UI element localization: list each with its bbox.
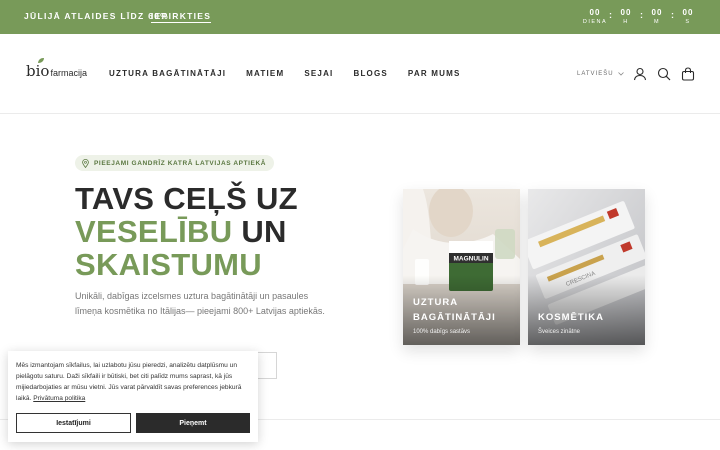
announcement-bar: JŪLIJĀ ATLAIDES LĪDZ 60% IEPIRKTIES 00 D… — [0, 0, 720, 34]
card-subtitle: 100% dabīgs sastāvs — [413, 329, 471, 335]
cart-icon[interactable] — [681, 67, 695, 81]
countdown-seconds-value: 00 — [682, 8, 694, 17]
countdown-days: 00 DIENA — [583, 8, 607, 26]
countdown-hours-label: H — [623, 19, 629, 25]
logo-bio: bio — [26, 62, 50, 80]
countdown-separator: : — [671, 10, 674, 20]
hero-description: Unikāli, dabīgas izcelsmes uztura bagāti… — [75, 291, 325, 316]
site-header: bio farmacija UZTURA BAGĀTINĀTĀJI MATIEM… — [0, 34, 720, 114]
nav-item-hair[interactable]: MATIEM — [246, 69, 284, 78]
countdown-separator: : — [609, 10, 612, 20]
nav-item-about[interactable]: PAR MUMS — [408, 69, 461, 78]
card-title-line-2: BAGĀTINĀTĀJI — [413, 312, 496, 323]
countdown-minutes-label: M — [653, 19, 661, 25]
headline-line-1: TAVS CEĻŠ UZ — [75, 181, 298, 216]
card-subtitle: Šveices zinātne — [538, 329, 581, 335]
cookie-accept-button[interactable]: Pieņemt — [136, 413, 250, 433]
countdown-minutes-value: 00 — [651, 8, 663, 17]
countdown-seconds-label: S — [685, 19, 691, 25]
availability-text: PIEEJAMI GANDRĪZ KATRĀ LATVIJAS APTIEKĀ — [94, 159, 267, 167]
cookie-banner: Mēs izmantojam sīkfailus, lai uzlabotu j… — [8, 351, 258, 442]
site-logo[interactable]: bio farmacija — [26, 58, 87, 80]
hero-headline: TAVS CEĻŠ UZ VESELĪBU UN SKAISTUMU — [75, 182, 298, 281]
countdown-hours: 00 H — [614, 8, 638, 26]
countdown-minutes: 00 M — [645, 8, 669, 26]
shop-now-link[interactable]: IEPIRKTIES — [151, 11, 212, 23]
language-selector[interactable]: LATVIEŠU — [577, 71, 624, 77]
promo-text: JŪLIJĀ ATLAIDES LĪDZ 60% — [24, 11, 170, 21]
countdown-hours-value: 00 — [620, 8, 632, 17]
category-card-cosmetics[interactable]: CRESCINA KOSMĒTIKA Šveices zinātne — [528, 189, 645, 345]
headline-line-3: SKAISTUMU — [75, 247, 262, 282]
header-icons — [633, 67, 695, 81]
category-card-supplements[interactable]: MAGNULIN UZTURA BAGĀTINĀTĀJI 100% dabīgs… — [403, 189, 520, 345]
headline-line-2-green: VESELĪBU — [75, 214, 233, 249]
privacy-policy-link[interactable]: Privātuma politika — [33, 395, 85, 402]
logo-bio-text: bio — [26, 58, 50, 80]
nav-item-face[interactable]: SEJAI — [304, 69, 333, 78]
cookie-settings-button[interactable]: Iestatījumi — [16, 413, 131, 433]
location-pin-icon — [82, 158, 89, 168]
product-label-magnulin: MAGNULIN — [453, 256, 488, 263]
card-title: KOSMĒTIKA — [538, 310, 604, 325]
headline-line-2-dark: UN — [232, 214, 287, 249]
nav-item-supplements[interactable]: UZTURA BAGĀTINĀTĀJI — [109, 69, 226, 78]
cookie-text: Mēs izmantojam sīkfailus, lai uzlabotu j… — [16, 360, 252, 404]
card-title: UZTURA BAGĀTINĀTĀJI — [413, 295, 496, 325]
main-nav: UZTURA BAGĀTINĀTĀJI MATIEM SEJAI BLOGS P… — [109, 69, 460, 78]
countdown-timer: 00 DIENA : 00 H : 00 M : 00 S — [583, 8, 700, 26]
nav-item-blog[interactable]: BLOGS — [353, 69, 387, 78]
card-title-line-1: KOSMĒTIKA — [538, 312, 604, 323]
chevron-down-icon — [617, 72, 624, 76]
countdown-days-label: DIENA — [582, 19, 608, 25]
search-icon[interactable] — [657, 67, 671, 81]
countdown-separator: : — [640, 10, 643, 20]
availability-badge: PIEEJAMI GANDRĪZ KATRĀ LATVIJAS APTIEKĀ — [75, 155, 275, 171]
language-label: LATVIEŠU — [577, 71, 614, 77]
user-icon[interactable] — [633, 67, 647, 81]
countdown-days-value: 00 — [589, 8, 601, 17]
card-title-line-1: UZTURA — [413, 297, 459, 308]
logo-farmacija-text: farmacija — [50, 68, 87, 78]
countdown-seconds: 00 S — [676, 8, 700, 26]
